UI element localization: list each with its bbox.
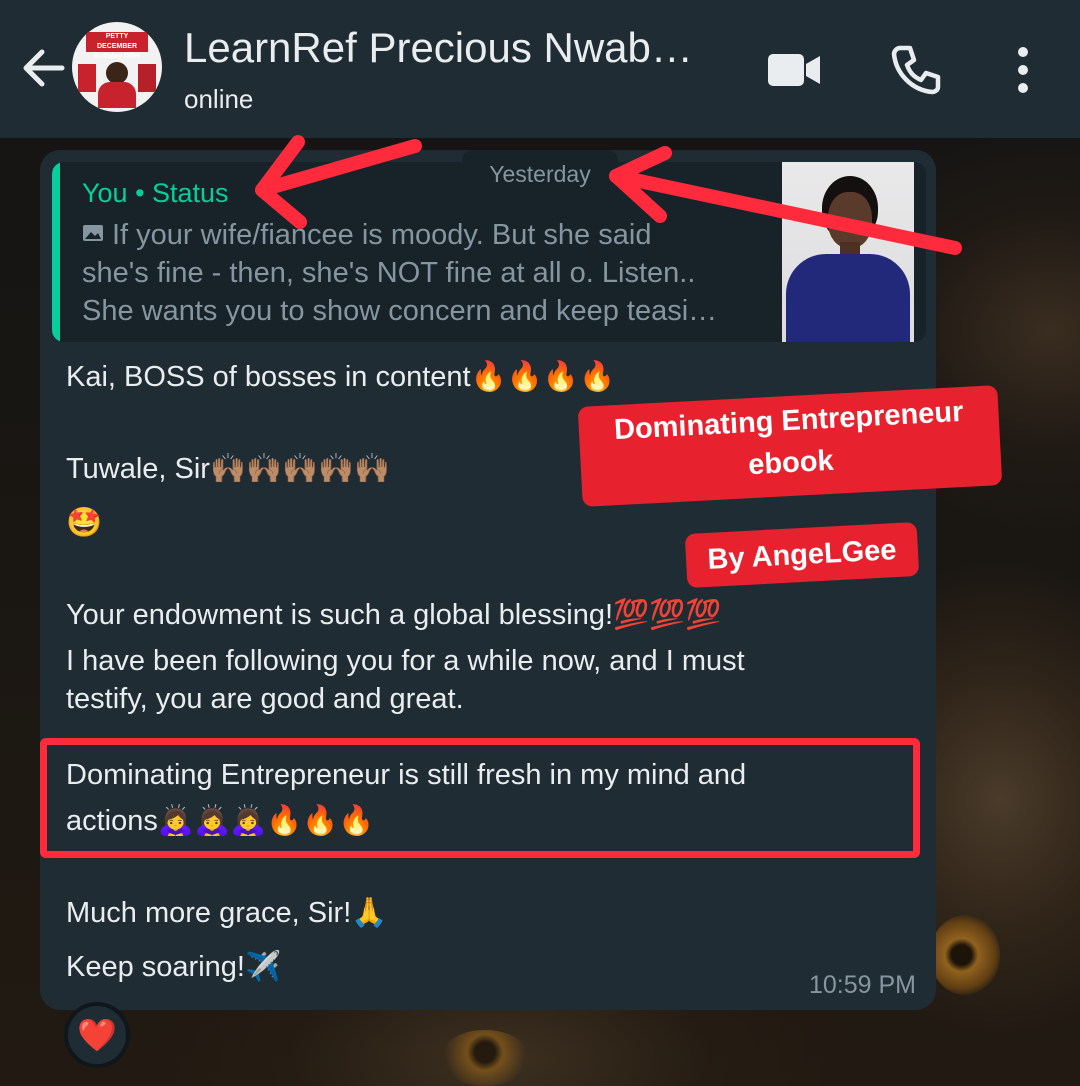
quote-accent-bar [52, 162, 60, 342]
message-line: Kai, BOSS of bosses in content🔥🔥🔥🔥 [66, 361, 616, 393]
quote-text: If your wife/fiancee is moody. But she s… [82, 216, 772, 330]
wallpaper-eye [440, 1030, 530, 1086]
contact-name[interactable]: LearnRef Precious Nwab… [184, 24, 744, 72]
chat-header: PETTY DECEMBER Birthday Offer LearnRef P… [0, 0, 1080, 138]
wallpaper-eye [930, 915, 1000, 995]
heart-reaction-icon[interactable]: ❤️ [64, 1002, 130, 1068]
contact-avatar[interactable]: PETTY DECEMBER Birthday Offer [72, 22, 162, 112]
avatar-decoration [78, 64, 96, 92]
annotation-highlight-box [40, 738, 920, 858]
contact-status: online [184, 84, 254, 114]
thumbnail-face [828, 192, 872, 248]
avatar-decoration [138, 64, 156, 92]
thumbnail-body [786, 254, 910, 342]
quote-line: She wants you to show concern and keep t… [82, 295, 718, 327]
message-line: Much more grace, Sir!🙏 [66, 897, 388, 929]
message-line: 🤩 [66, 507, 103, 539]
phone-call-icon[interactable] [890, 44, 942, 96]
message-timestamp: 10:59 PM [808, 971, 916, 999]
back-arrow-icon[interactable] [20, 40, 66, 96]
quote-line: she's fine - then, she's NOT fine at all… [82, 257, 696, 289]
message-line: Your endowment is such a global blessing… [66, 599, 722, 631]
avatar-banner: PETTY DECEMBER Birthday Offer [86, 32, 148, 60]
avatar-body [98, 82, 136, 108]
message-line: testify, you are good and great. [66, 683, 464, 715]
quote-line: If your wife/fiancee is moody. But she s… [112, 219, 652, 251]
message-line: Keep soaring!✈️ [66, 951, 282, 983]
quote-author: You • Status [82, 178, 229, 208]
video-call-icon[interactable] [766, 50, 822, 90]
message-line: Tuwale, Sir🙌🏽🙌🏽🙌🏽🙌🏽🙌🏽 [66, 453, 391, 485]
message-line: I have been following you for a while no… [66, 645, 745, 677]
date-separator: Yesterday [462, 150, 618, 198]
avatar-face [106, 62, 128, 84]
status-thumbnail [782, 162, 914, 342]
more-options-icon[interactable] [1006, 44, 1040, 96]
